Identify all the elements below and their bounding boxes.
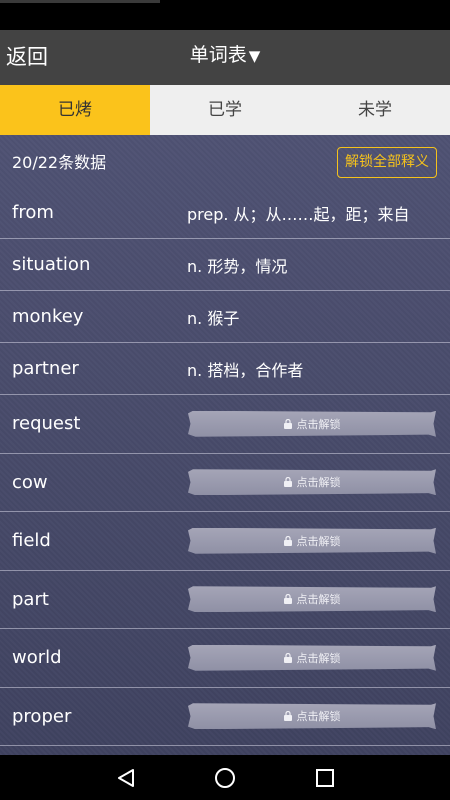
lock-icon (283, 652, 292, 663)
tab-bar: 已烤 已学 未学 (0, 85, 450, 135)
status-bar (0, 0, 450, 30)
word-text: situation (12, 254, 91, 275)
word-row[interactable]: monkey n. 猴子 (0, 291, 450, 343)
word-text: request (12, 413, 81, 435)
word-text: monkey (12, 306, 84, 327)
word-list-panel: 20/22条数据 解锁全部释义 from prep. 从；从……起，距；来自 sit… (0, 135, 450, 755)
word-row[interactable]: partner n. 搭档，合作者 (0, 343, 450, 395)
word-row[interactable]: proper 点击解锁 (0, 688, 450, 746)
unlock-all-button[interactable]: 解锁全部释义 (337, 147, 437, 178)
system-nav-bar (0, 755, 450, 800)
unlock-label: 点击解锁 (296, 534, 341, 548)
lock-icon (283, 711, 292, 722)
word-text: part (12, 588, 49, 610)
lock-icon (283, 594, 292, 605)
unlock-definition-button[interactable]: 点击解锁 (188, 703, 436, 730)
summary-row: 20/22条数据 解锁全部释义 (0, 135, 450, 187)
status-bar-edge (0, 0, 160, 3)
record-count: 20/22条数据 (12, 153, 107, 172)
nav-recents-button[interactable] (305, 755, 345, 800)
word-row[interactable]: request 点击解锁 (0, 395, 450, 454)
unlock-definition-button[interactable]: 点击解锁 (188, 586, 436, 613)
word-row[interactable]: field 点击解锁 (0, 512, 450, 571)
word-text: world (12, 647, 62, 669)
word-row[interactable]: situation n. 形势，情况 (0, 239, 450, 291)
unlock-label: 点击解锁 (296, 476, 341, 490)
word-text: field (12, 530, 51, 552)
page-title-dropdown[interactable]: 单词表 ▼ (0, 40, 450, 71)
word-definition: n. 搭档，合作者 (187, 360, 304, 380)
word-row[interactable]: cow 点击解锁 (0, 454, 450, 512)
nav-back-button[interactable] (106, 755, 146, 800)
unlock-label: 点击解锁 (296, 417, 341, 431)
word-definition: n. 形势，情况 (187, 256, 288, 276)
circle-home-icon (215, 767, 235, 788)
unlock-label: 点击解锁 (296, 593, 341, 607)
word-text: proper (12, 705, 72, 727)
word-text: cow (12, 471, 48, 493)
word-text: partner (12, 358, 79, 379)
square-recents-icon (316, 768, 334, 787)
unlock-label: 点击解锁 (296, 651, 341, 665)
word-text: from (12, 202, 54, 223)
word-list: from prep. 从；从……起，距；来自 situation n. 形势，情况 mo… (0, 187, 450, 746)
title-bar: 返回 单词表 ▼ (0, 30, 450, 85)
word-definition: prep. 从；从……起，距；来自 (187, 204, 410, 224)
tab-baked[interactable]: 已烤 (0, 85, 150, 135)
lock-icon (283, 418, 292, 429)
dropdown-caret-icon: ▼ (248, 47, 261, 65)
word-definition: n. 猴子 (187, 308, 240, 328)
unlock-definition-button[interactable]: 点击解锁 (188, 410, 436, 437)
tab-learned[interactable]: 已学 (150, 85, 300, 135)
triangle-back-icon (118, 768, 134, 787)
unlock-definition-button[interactable]: 点击解锁 (188, 644, 436, 671)
nav-home-button[interactable] (205, 755, 245, 800)
word-row[interactable]: from prep. 从；从……起，距；来自 (0, 187, 450, 239)
unlock-definition-button[interactable]: 点击解锁 (188, 527, 436, 554)
lock-icon (283, 535, 292, 546)
tab-unlearned[interactable]: 未学 (300, 85, 450, 135)
page-title: 单词表 (189, 44, 247, 66)
lock-icon (283, 477, 292, 488)
word-row[interactable]: world 点击解锁 (0, 629, 450, 688)
word-row[interactable]: part 点击解锁 (0, 571, 450, 629)
unlock-definition-button[interactable]: 点击解锁 (188, 469, 436, 496)
unlock-label: 点击解锁 (296, 710, 341, 724)
